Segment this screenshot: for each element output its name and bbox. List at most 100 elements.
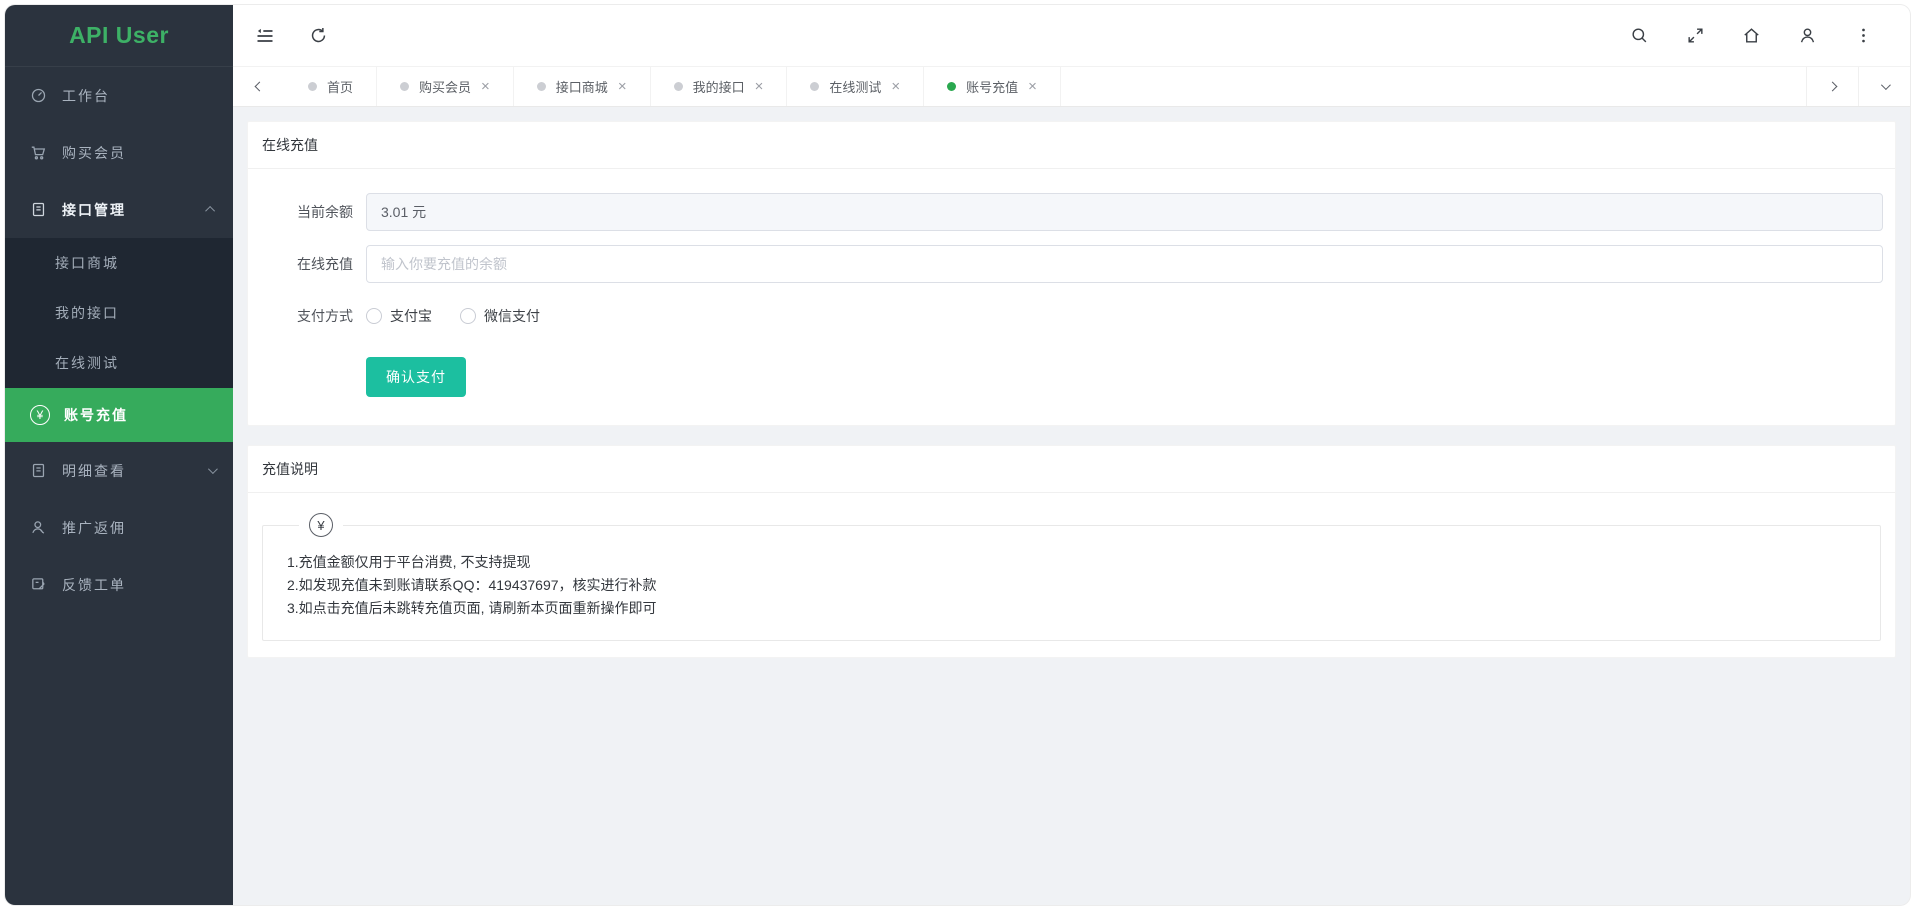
sidebar-item-label: 反馈工单 (62, 575, 126, 595)
tabs-list: 首页 购买会员 × 接口商城 × 我的接口 × (285, 67, 1806, 106)
tab-account-recharge[interactable]: 账号充值 × (924, 67, 1061, 106)
payment-row: 支付方式 支付宝 微信支付 (254, 297, 1883, 335)
sidebar-item-label: 推广返佣 (62, 518, 126, 538)
radio-wechat-pay[interactable]: 微信支付 (460, 306, 540, 326)
sidebar-item-buy-membership[interactable]: 购买会员 (5, 124, 233, 181)
tab-label: 购买会员 (419, 77, 471, 96)
page-content: 在线充值 当前余额 在线充值 (233, 107, 1910, 905)
yen-circle-icon: ¥ (30, 405, 50, 425)
fullscreen-icon[interactable] (1686, 26, 1706, 46)
document-icon (30, 201, 47, 218)
sidebar-item-label: 账号充值 (64, 405, 128, 425)
sidebar-item-label: 在线测试 (55, 353, 119, 373)
tab-online-test[interactable]: 在线测试 × (787, 67, 924, 106)
sidebar-item-label: 我的接口 (55, 303, 119, 323)
tab-dot (400, 82, 409, 91)
recharge-notes-card: 充值说明 ¥ 1.充值金额仅用于平台消费, 不支持提现 2.如发现充值未到账请联… (247, 445, 1896, 658)
sidebar-item-label: 工作台 (62, 86, 110, 106)
tab-label: 在线测试 (829, 77, 881, 96)
app-window: API User 工作台 购买会员 接口管理 接口商城 我的 (5, 5, 1910, 905)
sidebar-item-api-shop[interactable]: 接口商城 (5, 238, 233, 288)
user-icon[interactable] (1798, 26, 1818, 46)
top-header (233, 5, 1910, 66)
sidebar: API User 工作台 购买会员 接口管理 接口商城 我的 (5, 5, 233, 905)
app-title: API User (5, 5, 233, 67)
note-line: 3.如点击充值后未跳转充值页面, 请刷新本页面重新操作即可 (287, 597, 1856, 620)
tabs-scroll-right-button[interactable] (1806, 67, 1858, 106)
balance-input (366, 193, 1883, 231)
sidebar-item-my-apis[interactable]: 我的接口 (5, 288, 233, 338)
notes-legend: ¥ (299, 513, 343, 537)
tab-label: 账号充值 (966, 77, 1018, 96)
recharge-card-title: 在线充值 (248, 122, 1895, 169)
chevron-down-icon (208, 464, 218, 474)
tab-label: 我的接口 (693, 77, 745, 96)
tab-label: 首页 (327, 77, 353, 96)
amount-label: 在线充值 (254, 254, 366, 274)
sidebar-item-account-recharge[interactable]: ¥ 账号充值 (5, 388, 233, 442)
recharge-amount-input[interactable] (366, 245, 1883, 283)
tabs-menu-button[interactable] (1858, 67, 1910, 106)
notes-body: ¥ 1.充值金额仅用于平台消费, 不支持提现 2.如发现充值未到账请联系QQ：4… (248, 493, 1895, 657)
tab-buy-membership[interactable]: 购买会员 × (377, 67, 514, 106)
notes-card-title: 充值说明 (248, 446, 1895, 493)
balance-row: 当前余额 (254, 193, 1883, 231)
radio-label: 微信支付 (484, 306, 540, 326)
refresh-icon[interactable] (309, 26, 329, 46)
tab-my-apis[interactable]: 我的接口 × (651, 67, 788, 106)
tab-dot (537, 82, 546, 91)
document-icon (30, 462, 47, 479)
payment-label: 支付方式 (254, 306, 366, 326)
close-icon[interactable]: × (1028, 79, 1037, 94)
sidebar-item-label: 接口管理 (62, 200, 126, 220)
sidebar-item-workbench[interactable]: 工作台 (5, 67, 233, 124)
close-icon[interactable]: × (755, 79, 764, 94)
sidebar-item-label: 明细查看 (62, 461, 126, 481)
balance-label: 当前余额 (254, 202, 366, 222)
sidebar-submenu: 接口商城 我的接口 在线测试 ¥ 账号充值 (5, 238, 233, 442)
tab-dot (947, 82, 956, 91)
submit-row: 确认支付 (254, 349, 1883, 397)
cart-icon (30, 144, 47, 161)
confirm-pay-button[interactable]: 确认支付 (366, 357, 466, 397)
tabs-scroll-left-button[interactable] (233, 67, 285, 106)
chevron-up-icon (205, 206, 215, 216)
radio-alipay[interactable]: 支付宝 (366, 306, 432, 326)
collapse-sidebar-icon[interactable] (255, 26, 275, 46)
note-line: 1.充值金额仅用于平台消费, 不支持提现 (287, 551, 1856, 574)
close-icon[interactable]: × (481, 79, 490, 94)
sidebar-item-label: 购买会员 (62, 143, 126, 163)
notes-box: ¥ 1.充值金额仅用于平台消费, 不支持提现 2.如发现充值未到账请联系QQ：4… (262, 513, 1881, 641)
tab-bar: 首页 购买会员 × 接口商城 × 我的接口 × (233, 66, 1910, 107)
recharge-form: 当前余额 在线充值 支付方式 (248, 169, 1895, 425)
tab-label: 接口商城 (556, 77, 608, 96)
person-icon (30, 519, 47, 536)
radio-circle-icon[interactable] (460, 308, 476, 324)
radio-circle-icon[interactable] (366, 308, 382, 324)
sidebar-item-feedback-ticket[interactable]: 反馈工单 (5, 556, 233, 613)
recharge-card: 在线充值 当前余额 在线充值 (247, 121, 1896, 426)
tab-home[interactable]: 首页 (285, 67, 377, 106)
sidebar-item-label: 接口商城 (55, 253, 119, 273)
sidebar-item-detail-view[interactable]: 明细查看 (5, 442, 233, 499)
sidebar-item-online-test[interactable]: 在线测试 (5, 338, 233, 388)
tab-dot (674, 82, 683, 91)
dashboard-icon (30, 87, 47, 104)
sidebar-item-api-management[interactable]: 接口管理 (5, 181, 233, 238)
main-area: 首页 购买会员 × 接口商城 × 我的接口 × (233, 5, 1910, 905)
home-icon[interactable] (1742, 26, 1762, 46)
radio-label: 支付宝 (390, 306, 432, 326)
more-vertical-icon[interactable] (1854, 26, 1874, 46)
tab-dot (810, 82, 819, 91)
tab-dot (308, 82, 317, 91)
yen-circle-icon: ¥ (309, 513, 333, 537)
ticket-edit-icon (30, 576, 47, 593)
sidebar-item-referral[interactable]: 推广返佣 (5, 499, 233, 556)
tabs-spacer (1061, 67, 1806, 106)
search-icon[interactable] (1630, 26, 1650, 46)
tab-api-shop[interactable]: 接口商城 × (514, 67, 651, 106)
close-icon[interactable]: × (618, 79, 627, 94)
close-icon[interactable]: × (891, 79, 900, 94)
note-line: 2.如发现充值未到账请联系QQ：419437697，核实进行补款 (287, 574, 1856, 597)
amount-row: 在线充值 (254, 245, 1883, 283)
